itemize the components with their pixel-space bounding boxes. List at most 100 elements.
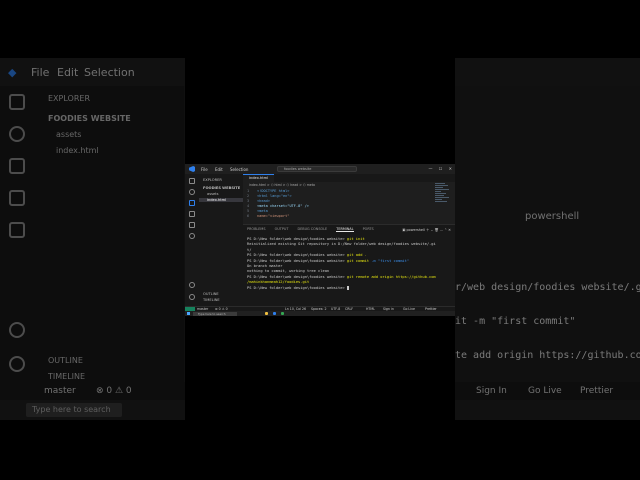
maximize-panel-icon[interactable]: ⌃: [444, 228, 447, 232]
code-line: name="viewport": [257, 214, 290, 218]
line-number: 2: [247, 194, 250, 198]
explorer-icon[interactable]: [189, 178, 195, 184]
panel-tabs: PROBLEMS OUTPUT DEBUG CONSOLE TERMINAL P…: [247, 227, 382, 232]
bg-run-icon: [9, 190, 25, 206]
editor-area: index.html index.html > ⬡ html > ⬡ head …: [243, 174, 455, 224]
file-explorer-icon[interactable]: [265, 312, 268, 315]
bg-status-branch: master: [44, 386, 76, 396]
maximize-icon[interactable]: ☐: [439, 166, 443, 171]
bg-settings-icon: [9, 356, 25, 372]
tree-item-assets[interactable]: assets: [207, 192, 218, 196]
code-line: <!DOCTYPE html>: [257, 189, 290, 193]
command-center-search[interactable]: foodies website: [277, 166, 357, 172]
search-icon[interactable]: [189, 189, 195, 195]
bg-status-golive: Go Live: [528, 386, 562, 396]
line-number: 4: [247, 204, 250, 208]
bg-search-icon: [9, 126, 25, 142]
bg-status-errors: ⊗ 0 ⚠ 0: [96, 386, 132, 396]
bg-right-line-1: r/web design/foodies website/.gi: [455, 282, 640, 293]
tab-ports[interactable]: PORTS: [363, 227, 374, 231]
account-icon[interactable]: [189, 282, 195, 288]
line-number: 6: [247, 214, 250, 218]
tab-debug-console[interactable]: DEBUG CONSOLE: [298, 227, 328, 231]
source-control-icon[interactable]: [189, 200, 195, 206]
folder-foodies-website[interactable]: FOODIES WEBSITE: [203, 186, 240, 190]
bg-status-signin: Sign In: [476, 386, 507, 396]
vscode-window: File Edit Selection foodies website — ☐ …: [185, 164, 455, 316]
editor-tabs: index.html: [243, 174, 455, 182]
minimap[interactable]: [435, 183, 451, 213]
close-icon[interactable]: ✕: [449, 166, 452, 171]
breadcrumb[interactable]: index.html > ⬡ html > ⬡ head > ⬡ meta: [249, 183, 315, 187]
bg-source-control-icon: [9, 158, 25, 174]
terminal-output[interactable]: PS D:\New folder\web design\foodies webs…: [247, 237, 451, 291]
menu-file[interactable]: File: [201, 167, 208, 172]
tab-terminal[interactable]: TERMINAL: [336, 227, 354, 232]
terminal-line: PS D:\New folder\web design\foodies webs…: [247, 285, 349, 290]
menu-bar: File Edit Selection: [201, 167, 254, 172]
bg-sidebar: EXPLORER FOODIES WEBSITE assets index.ht…: [34, 86, 184, 420]
activity-bar: [185, 174, 199, 306]
explorer-title: EXPLORER: [203, 178, 222, 182]
tab-index-html[interactable]: index.html: [243, 174, 275, 182]
menu-edit[interactable]: Edit: [215, 167, 223, 172]
settings-gear-icon[interactable]: [189, 294, 195, 300]
tree-item-index-html[interactable]: index.html: [199, 198, 243, 202]
window-controls: — ☐ ✕: [423, 166, 452, 171]
bg-extensions-icon: [9, 222, 25, 238]
line-number: 1: [247, 189, 250, 193]
run-debug-icon[interactable]: [189, 211, 195, 217]
bg-activity-bar: [0, 86, 34, 420]
bg-right-line-2: it -m "first commit": [455, 316, 576, 327]
bg-menu-file: File: [31, 66, 50, 79]
code-line: <meta charset="UTF-8" />: [257, 204, 309, 208]
bg-item-index: index.html: [56, 146, 99, 155]
outline-section[interactable]: OUTLINE: [203, 292, 219, 296]
new-terminal-icon[interactable]: ＋: [426, 228, 429, 232]
tab-problems[interactable]: PROBLEMS: [247, 227, 266, 231]
bg-shell-label: powershell: [525, 211, 580, 222]
terminal-line: Reinitialized existing Git repository in…: [247, 242, 436, 247]
vscode-taskbar-icon[interactable]: [273, 312, 276, 315]
bg-right-line-3: te add origin https://github.com: [455, 350, 640, 361]
more-icon[interactable]: …: [440, 228, 443, 232]
extensions-icon[interactable]: [189, 222, 195, 228]
windows-start-icon[interactable]: [187, 312, 190, 315]
minimize-icon[interactable]: —: [428, 166, 432, 171]
menu-selection[interactable]: Selection: [230, 167, 248, 172]
code-line: <head>: [257, 199, 270, 203]
bg-taskbar-search: Type here to search: [26, 403, 122, 417]
bg-folder-name: FOODIES WEBSITE: [48, 114, 131, 123]
bg-timeline: TIMELINE: [48, 372, 86, 381]
remote-explorer-icon[interactable]: [189, 233, 195, 239]
close-panel-icon[interactable]: ✕: [448, 228, 451, 232]
taskbar-search-input[interactable]: Type here to search: [193, 311, 237, 316]
shell-name[interactable]: powershell: [407, 228, 425, 232]
bg-account-icon: [9, 322, 25, 338]
video-frame: ◆ File Edit Selection EXPLORER FOODIES W…: [0, 0, 640, 480]
windows-taskbar: Type here to search: [185, 311, 455, 316]
code-line: <meta: [257, 209, 268, 213]
chevron-down-icon[interactable]: ⌄: [430, 228, 433, 232]
tab-output[interactable]: OUTPUT: [275, 227, 289, 231]
bg-outline: OUTLINE: [48, 356, 83, 365]
terminal-cursor: [346, 285, 349, 290]
bg-status-prettier: Prettier: [580, 386, 614, 396]
terminal-icon: ▣: [402, 228, 406, 232]
bg-right-area: powershell r/web design/foodies website/…: [455, 86, 640, 420]
bg-vscode-logo-icon: ◆: [8, 66, 17, 79]
explorer-sidebar: EXPLORER FOODIES WEBSITE assets index.ht…: [199, 174, 243, 306]
bg-explorer-title: EXPLORER: [48, 94, 90, 103]
bottom-panel: PROBLEMS OUTPUT DEBUG CONSOLE TERMINAL P…: [243, 224, 455, 306]
bg-item-assets: assets: [56, 130, 82, 139]
timeline-section[interactable]: TIMELINE: [203, 298, 220, 302]
bg-menu-edit: Edit: [57, 66, 79, 79]
line-number: 3: [247, 199, 250, 203]
title-bar: File Edit Selection foodies website — ☐ …: [185, 164, 455, 174]
bg-menu-selection: Selection: [84, 66, 135, 79]
browser-icon[interactable]: [281, 312, 284, 315]
panel-toolbar: ▣ powershell ＋ ⌄ 🗑 … ⌃ ✕: [402, 227, 451, 232]
bg-files-icon: [9, 94, 25, 110]
trash-icon[interactable]: 🗑: [434, 228, 438, 232]
vscode-logo-icon: [189, 166, 195, 172]
